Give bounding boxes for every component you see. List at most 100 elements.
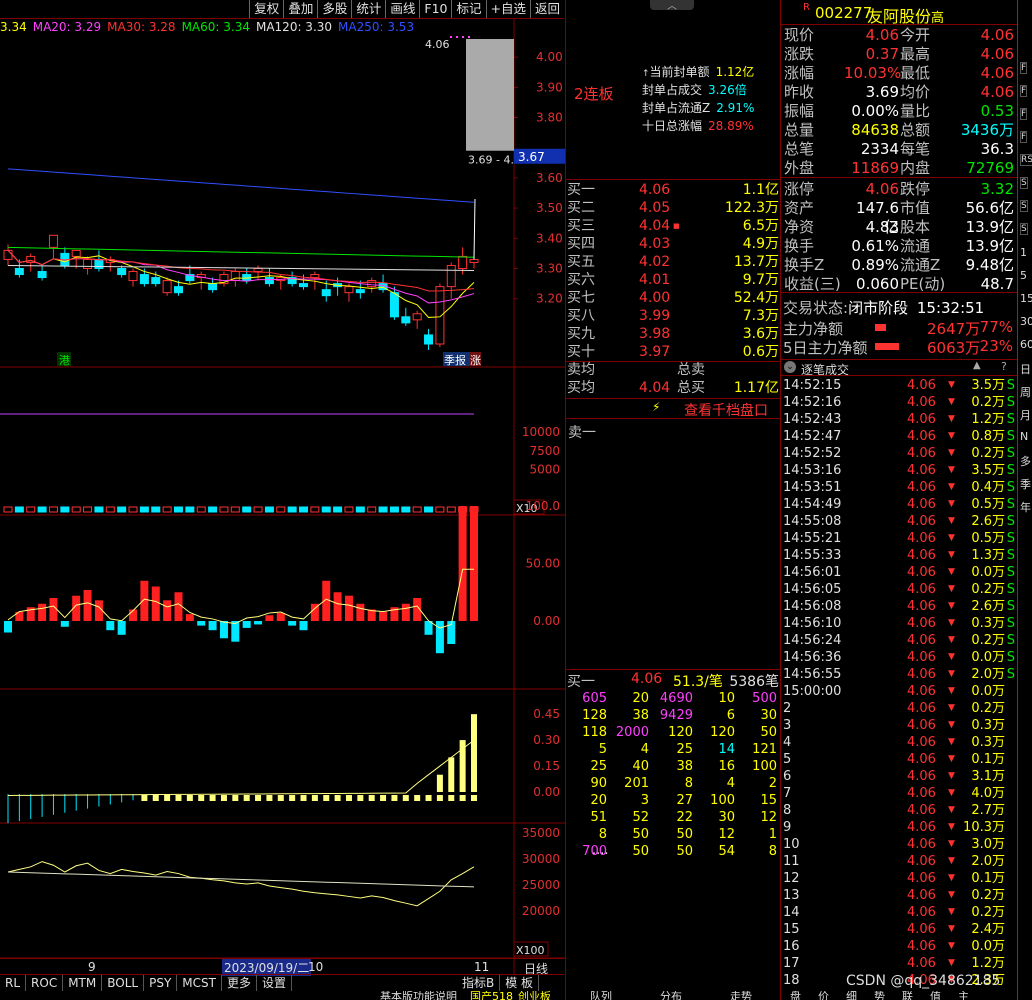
tick-volume: 3.1万 <box>971 769 1005 784</box>
distribution-tab[interactable]: 分布 <box>660 991 682 1000</box>
bid-row[interactable]: 买十 3.97 0.6万 <box>567 343 779 361</box>
macd-bar <box>242 621 251 628</box>
kline-chart-area[interactable]: 4.00 3.90 3.80 3.60 3.50 3.40 3.30 3.20 3.67 4.06… <box>0 19 566 974</box>
bid-volume: 7.3万 <box>742 308 779 324</box>
queue-tab[interactable]: 队列 <box>590 991 612 1000</box>
side-shortcut[interactable]: F <box>1020 62 1028 74</box>
domestic-tab[interactable]: 国产518 <box>470 991 513 1000</box>
indicator-tab[interactable]: 更多 <box>222 975 257 991</box>
basic-help-link[interactable]: 基本版功能说明 <box>380 991 457 1000</box>
detail-tab[interactable]: 细 <box>846 991 857 1000</box>
side-shortcut[interactable]: 月 <box>1020 407 1031 423</box>
toolbar-button[interactable]: 统计 <box>351 0 385 18</box>
toolbar-button[interactable]: F10 <box>419 0 451 18</box>
indicator-tab[interactable]: 设置 <box>257 975 292 991</box>
toolbar-button[interactable]: +自选 <box>485 0 530 18</box>
candle-body <box>424 334 434 345</box>
side-shortcut[interactable]: 1 <box>1020 246 1027 259</box>
side-shortcut[interactable]: S <box>1020 223 1028 235</box>
volume-bar <box>14 506 24 513</box>
tick-time: 14 <box>783 905 800 920</box>
macd-bar <box>185 614 194 621</box>
bid-row[interactable]: 买二 4.05 122.3万 <box>567 199 779 217</box>
bid-row[interactable]: 买一 4.06 1.1亿 <box>567 181 779 199</box>
ind3-bar <box>402 795 409 801</box>
tick-volume: 0.1万 <box>971 871 1005 886</box>
linked-tab[interactable]: 联 <box>902 991 913 1000</box>
side-shortcut[interactable]: 多 <box>1020 453 1031 469</box>
toolbar-button[interactable]: 返回 <box>529 0 564 18</box>
indicator-tab[interactable]: MCST <box>177 975 222 991</box>
indicator-tab[interactable]: RL <box>0 975 27 991</box>
bid-row[interactable]: 买四 4.03 4.9万 <box>567 235 779 253</box>
candle-body <box>435 286 445 345</box>
candle-body <box>139 274 149 285</box>
bid-row[interactable]: 买八 3.99 7.3万 <box>567 307 779 325</box>
triangle-up-icon[interactable]: ▲ <box>973 360 981 371</box>
indicator-tab[interactable]: PSY <box>144 975 178 991</box>
toolbar-button[interactable]: 多股 <box>317 0 351 18</box>
tick-row: 12 4.06 ▼ 0.1万 <box>783 870 1015 887</box>
price-tick-label: 3.50 <box>536 201 563 215</box>
gem-tab[interactable]: 创业板 <box>518 991 551 1000</box>
ind3-bar <box>471 795 477 801</box>
side-shortcut[interactable]: F <box>1020 85 1028 97</box>
side-shortcut[interactable]: S <box>1020 177 1028 189</box>
side-shortcut[interactable]: F <box>1020 108 1028 120</box>
quote-value: 4.06 <box>980 26 1014 44</box>
tick-side: S <box>1006 599 1015 614</box>
side-shortcut[interactable]: 日 <box>1020 361 1031 377</box>
ind3-bar <box>425 795 432 801</box>
indicator-tab[interactable]: MTM <box>63 975 103 991</box>
queue-cell: 52 <box>632 810 649 825</box>
indicator-tab[interactable]: BOLL <box>102 975 145 991</box>
panel-tab[interactable]: 盘 <box>790 991 801 1000</box>
chevron-down-icon[interactable]: ⌄ <box>784 361 796 373</box>
indicator-tab[interactable]: 指标B <box>457 975 501 991</box>
bid-row[interactable]: 买三 4.04 6.5万 ■ <box>567 217 779 235</box>
price-tab[interactable]: 价 <box>818 991 829 1000</box>
bid-row[interactable]: 买七 4.00 52.4万 <box>567 289 779 307</box>
status-label: 交易状态: <box>783 299 849 317</box>
toolbar-button[interactable]: 叠加 <box>283 0 317 18</box>
tick-price: 4.06 <box>907 684 936 699</box>
side-shortcut[interactable]: 周 <box>1020 384 1031 400</box>
side-shortcut[interactable]: 60 <box>1020 338 1032 351</box>
macd-bar <box>117 621 126 635</box>
help-icon[interactable]: ? <box>1001 360 1007 373</box>
bid-price: 3.98 <box>639 326 671 342</box>
momentum-tab[interactable]: 势 <box>874 991 885 1000</box>
side-shortcut[interactable]: S <box>1020 200 1028 212</box>
bid-volume: 122.3万 <box>724 200 779 216</box>
indicator-tab[interactable]: 模 板 <box>500 975 540 991</box>
side-shortcut[interactable]: N <box>1020 430 1028 443</box>
main-tab[interactable]: 主 <box>958 991 969 1000</box>
queue-more[interactable]: .... <box>592 843 609 858</box>
indicator-tab[interactable]: ROC <box>26 975 64 991</box>
bid-label: 买三 <box>567 218 595 234</box>
value-tab[interactable]: 值 <box>930 991 941 1000</box>
side-shortcut[interactable]: F <box>1020 131 1028 143</box>
side-shortcut[interactable]: 季 <box>1020 476 1031 492</box>
tick-row: 14:56:24 4.06 ▼ 0.2万 S <box>783 632 1015 649</box>
tick-price: 4.06 <box>907 905 936 920</box>
toolbar-button[interactable]: 标记 <box>451 0 485 18</box>
limit-up-line <box>473 199 476 260</box>
side-shortcut[interactable]: RS <box>1020 154 1032 166</box>
bid-row[interactable]: 买五 4.02 13.7万 <box>567 253 779 271</box>
queue-cell: 50 <box>676 827 693 842</box>
side-shortcut[interactable]: 15 <box>1020 292 1032 305</box>
tick-volume: 0.0万 <box>971 939 1005 954</box>
trend-tab[interactable]: 走势 <box>730 991 752 1000</box>
bid-row[interactable]: 买六 4.01 9.7万 <box>567 271 779 289</box>
side-shortcut[interactable]: 年 <box>1020 499 1031 515</box>
toolbar-button[interactable]: 画线 <box>385 0 419 18</box>
quote-label: 内盘 <box>900 159 931 177</box>
collapse-tab[interactable]: ︿ <box>650 0 694 12</box>
side-shortcut[interactable]: 5 <box>1020 269 1027 282</box>
bid-row[interactable]: 买九 3.98 3.6万 <box>567 325 779 343</box>
side-shortcut[interactable]: 30 <box>1020 315 1032 328</box>
toolbar-button[interactable]: 复权 <box>249 0 283 18</box>
ind3-bar <box>243 795 250 801</box>
net5-pct: 23% <box>979 337 1013 355</box>
